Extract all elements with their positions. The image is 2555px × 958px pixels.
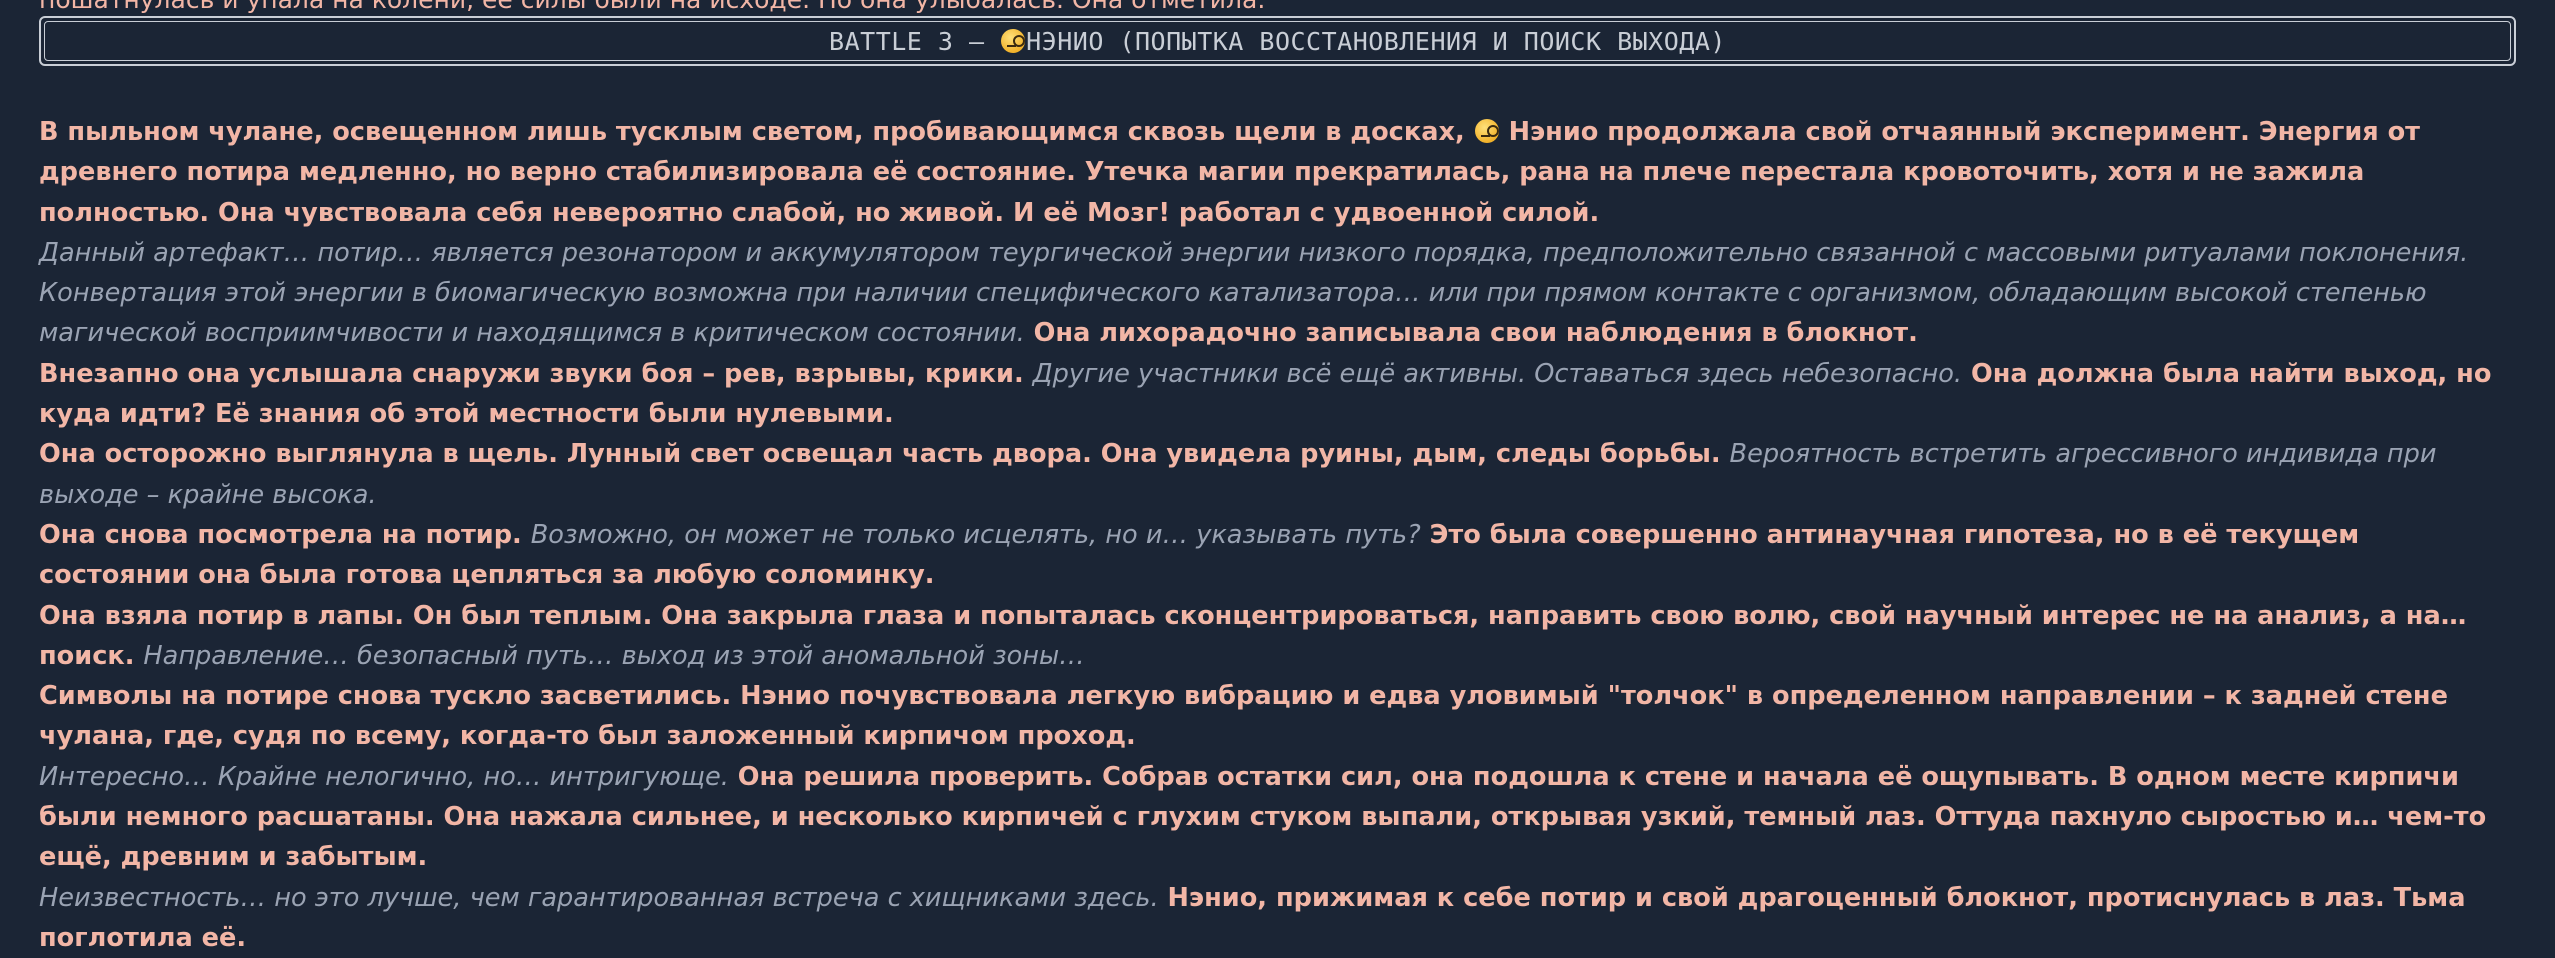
paragraph-text: Она снова посмотрела на потир. <box>39 519 522 550</box>
paragraph-5: Она снова посмотрела на потир. Возможно,… <box>39 515 2517 596</box>
paragraph-text: работал с удвоенной силой. <box>1178 197 1600 228</box>
inner-thought: Возможно, он может не только исцелять, н… <box>530 519 1421 550</box>
paragraph-9: Неизвестность… но это лучше, чем гаранти… <box>39 878 2517 958</box>
battle-title: BATTLE 3 – НЭНИО (ПОПЫТКА ВОССТАНОВЛЕНИЯ… <box>41 18 2514 64</box>
paragraph-6: Она взяла потир в лапы. Он был теплым. О… <box>39 596 2517 677</box>
inner-thought: Неизвестность… но это лучше, чем гаранти… <box>39 882 1159 913</box>
face-with-monocle-icon <box>1001 29 1026 53</box>
paragraph-text: В пыльном чулане, освещенном лишь тусклы… <box>39 117 1465 147</box>
paragraph-7: Символы на потире снова тускло засветили… <box>39 676 2517 757</box>
paragraph-3: Внезапно она услышала снаружи звуки боя … <box>39 354 2517 435</box>
paragraph-text: Символы на потире снова тускло засветили… <box>39 681 2448 752</box>
face-with-monocle-icon <box>1474 119 1499 143</box>
paragraph-text: Она лихорадочно записывала свои наблюден… <box>1033 318 1918 349</box>
battle-title-box: BATTLE 3 – НЭНИО (ПОПЫТКА ВОССТАНОВЛЕНИЯ… <box>39 16 2516 66</box>
story-text: В пыльном чулане, освещенном лишь тусклы… <box>39 112 2517 958</box>
inner-thought: Интересно… Крайне нелогично, но… интригу… <box>39 761 729 792</box>
title-suffix: НЭНИО (ПОПЫТКА ВОССТАНОВЛЕНИЯ И ПОИСК ВЫ… <box>1026 26 1726 56</box>
character-name: Нэнио <box>1508 117 1599 147</box>
paragraph-2: Данный артефакт… потир… является резонат… <box>39 233 2517 354</box>
inner-thought: Другие участники всё ещё активны. Остава… <box>1032 358 1963 389</box>
emphasis-text: Мозг! <box>1087 197 1170 228</box>
paragraph-8: Интересно… Крайне нелогично, но… интригу… <box>39 757 2517 878</box>
paragraph-text: Внезапно она услышала снаружи звуки боя … <box>39 358 1024 389</box>
paragraph-text: Она осторожно выглянула в щель. Лунный с… <box>39 439 1721 470</box>
paragraph-1: В пыльном чулане, освещенном лишь тусклы… <box>39 112 2517 233</box>
paragraph-4: Она осторожно выглянула в щель. Лунный с… <box>39 434 2517 515</box>
inner-thought: Направление… безопасный путь… выход из э… <box>143 640 1085 671</box>
title-prefix: BATTLE 3 – <box>829 26 1001 56</box>
previous-paragraph-tail: пошатнулась и упала на колени, ее силы б… <box>39 0 1265 14</box>
